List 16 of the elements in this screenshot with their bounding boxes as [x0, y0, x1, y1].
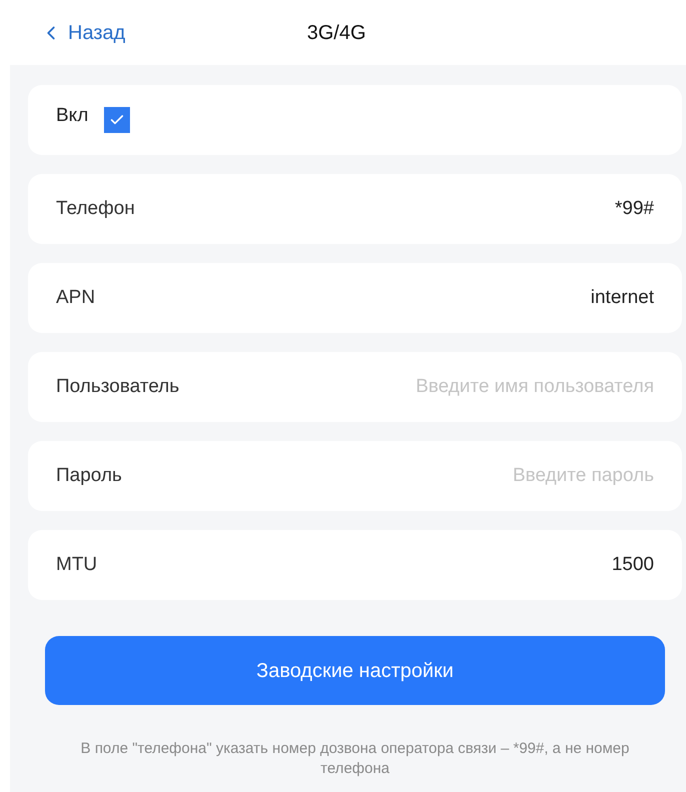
row-label: Пользователь [56, 374, 180, 399]
row-label: MTU [56, 552, 98, 577]
row-label: APN [56, 286, 96, 310]
factory-reset-button[interactable]: Заводские настройки [45, 636, 665, 705]
input-field[interactable]: *99# [354, 194, 654, 224]
input-field[interactable]: Введите имя пользователя [354, 372, 654, 402]
page-title: 3G/4G [307, 20, 366, 46]
row-label: Вкл [56, 104, 88, 128]
input-field[interactable]: internet [354, 284, 654, 312]
back-link[interactable]: Назад [40, 18, 126, 48]
checkbox[interactable] [104, 107, 130, 133]
input-field[interactable]: 1500 [354, 550, 654, 580]
row-label: Телефон [56, 196, 135, 221]
input-field[interactable]: Введите пароль [354, 462, 654, 490]
row-label: Пароль [56, 464, 122, 488]
hint-text: В поле "телефона" указать номер дозвона оператора связи – *99#, а не номер телефона [80, 739, 630, 779]
